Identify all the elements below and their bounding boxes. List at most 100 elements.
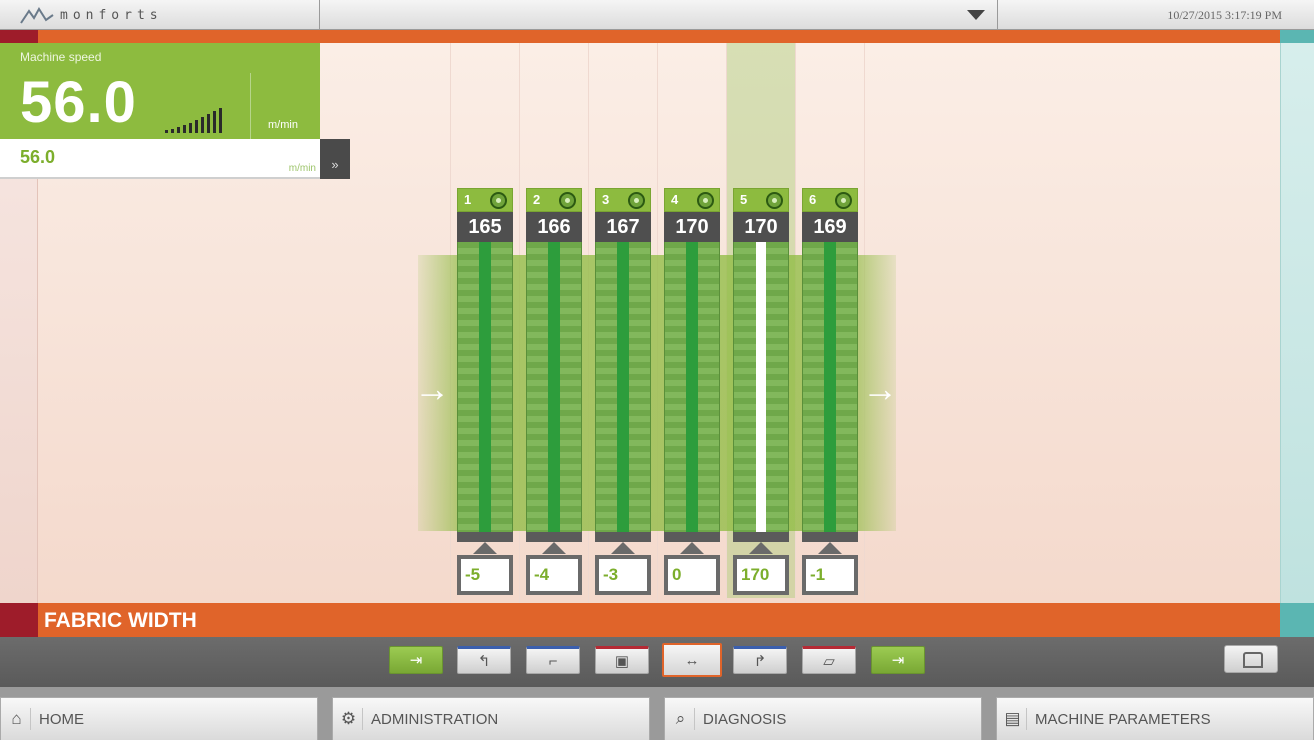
nav-icon: ⌂	[9, 708, 31, 730]
nav-label: DIAGNOSIS	[703, 710, 787, 728]
process-step-button[interactable]: ⌐	[526, 646, 580, 674]
zone-number: 5	[740, 192, 748, 207]
zone-status-icon	[766, 192, 783, 209]
screen-toggle-button[interactable]	[1224, 645, 1278, 673]
zone-offset-input[interactable]: -4	[526, 555, 582, 595]
nav-item-machine-parameters[interactable]: ▤ MACHINE PARAMETERS	[996, 697, 1314, 740]
speed-setpoint-unit: m/min	[288, 163, 316, 174]
nav-icon: ▤	[1004, 708, 1027, 730]
top-bar: monforts 10/27/2015 3:17:19 PM	[0, 0, 1314, 30]
speed-apply-button[interactable]: »	[320, 139, 350, 179]
zone-number: 6	[809, 192, 817, 207]
zone-offset-input[interactable]: -3	[595, 555, 651, 595]
zone-number: 4	[671, 192, 679, 207]
machine-speed-panel: Machine speed 56.0 m/min	[0, 43, 320, 139]
zone-header: 3	[595, 188, 651, 212]
main-area: 1 165 -5 2 166 -4 3 167 -3 4 170 0 5 170 170 6 169 -1 → →…	[0, 43, 1314, 603]
zone-offset-value: -4	[530, 559, 578, 591]
zone-offset-value: -5	[461, 559, 509, 591]
zone-header: 4	[664, 188, 720, 212]
zone-status-icon	[697, 192, 714, 209]
zone-pointer-icon	[749, 542, 773, 554]
heating-zone[interactable]: 6 169	[802, 188, 858, 554]
zone-status-icon	[559, 192, 576, 209]
process-step-button[interactable]: ↰	[457, 646, 511, 674]
zone-offset-input[interactable]: 0	[664, 555, 720, 595]
process-step-button[interactable]: ⇥	[389, 646, 443, 674]
zone-number: 2	[533, 192, 541, 207]
process-step-button[interactable]: ▣	[595, 646, 649, 674]
nav-item-diagnosis[interactable]: ⌕ DIAGNOSIS	[664, 697, 982, 740]
zone-pointer-icon	[542, 542, 566, 554]
section-title: FABRIC WIDTH	[44, 609, 197, 632]
section-bar: FABRIC WIDTH	[0, 603, 1314, 637]
process-step-icon: ▣	[614, 653, 630, 670]
zone-width-rod	[548, 242, 560, 532]
zone-header: 5	[733, 188, 789, 212]
top-accent-strip	[0, 30, 1314, 43]
zone-number: 3	[602, 192, 610, 207]
zone-width-rod	[756, 242, 766, 532]
zone-temperature: 167	[595, 212, 651, 242]
heating-zone[interactable]: 3 167	[595, 188, 651, 554]
brand-logo: monforts	[0, 0, 320, 30]
zone-header: 1	[457, 188, 513, 212]
fabric-inlet-arrow-icon: →	[414, 368, 450, 409]
datetime-display: 10/27/2015 3:17:19 PM	[1167, 8, 1282, 22]
heating-zone[interactable]: 2 166	[526, 188, 582, 554]
nav-item-home[interactable]: ⌂ HOME	[0, 697, 318, 740]
process-step-icon: ▱	[823, 653, 835, 670]
bottom-nav: ⌂ HOME ⚙ ADMINISTRATION ⌕ DIAGNOSIS ▤ MACHINE P…	[0, 687, 1314, 740]
heating-zone[interactable]: 4 170	[664, 188, 720, 554]
zone-offset-input[interactable]: -5	[457, 555, 513, 595]
process-step-icon: ⌐	[548, 652, 558, 670]
heating-zone[interactable]: 5 170	[733, 188, 789, 554]
speed-setpoint-input[interactable]: 56.0 m/min	[0, 139, 320, 179]
process-step-icon: ⇥	[891, 652, 905, 669]
zone-status-icon	[490, 192, 507, 209]
zone-status-icon	[835, 192, 852, 209]
zone-offset-value: 170	[737, 559, 785, 591]
nav-label: MACHINE PARAMETERS	[1035, 710, 1211, 728]
zone-offset-input[interactable]: -1	[802, 555, 858, 595]
nav-label: ADMINISTRATION	[371, 710, 499, 728]
zone-status-icon	[628, 192, 645, 209]
nav-item-administration[interactable]: ⚙ ADMINISTRATION	[332, 697, 650, 740]
zone-offset-value: 0	[668, 559, 716, 591]
zone-header: 2	[526, 188, 582, 212]
process-step-button[interactable]: ▱	[802, 646, 856, 674]
zone-width-rod	[617, 242, 629, 532]
zone-offset-value: -1	[806, 559, 854, 591]
process-step-button[interactable]: ↔	[662, 643, 722, 677]
zone-offset-input[interactable]: 170	[733, 555, 789, 595]
heating-zone[interactable]: 1 165	[457, 188, 513, 554]
process-toolbar: ⇥ ↰ ⌐ ▣ ↔ ↱ ▱ ⇥	[0, 637, 1314, 687]
zone-pointer-icon	[473, 542, 497, 554]
zone-temperature: 170	[664, 212, 720, 242]
zone-temperature: 166	[526, 212, 582, 242]
zone-header: 6	[802, 188, 858, 212]
chevron-down-icon[interactable]	[967, 10, 985, 20]
process-step-button[interactable]: ↱	[733, 646, 787, 674]
process-step-icon: ⇥	[409, 652, 423, 669]
fabric-outlet-arrow-icon: →	[862, 368, 898, 409]
machine-speed-unit: m/min	[268, 119, 298, 131]
zone-temperature: 169	[802, 212, 858, 242]
speed-level-icon	[165, 103, 245, 133]
zone-width-rod	[824, 242, 836, 532]
nav-label: HOME	[39, 710, 84, 728]
zone-temperature: 170	[733, 212, 789, 242]
nav-icon: ⚙	[341, 708, 363, 730]
process-step-icon: ↰	[477, 653, 491, 670]
right-edge-panel	[1280, 43, 1314, 603]
process-step-button[interactable]: ⇥	[871, 646, 925, 674]
zone-pointer-icon	[611, 542, 635, 554]
process-step-icon: ↔	[684, 651, 700, 669]
process-step-icon: ↱	[753, 653, 767, 670]
zone-offset-value: -3	[599, 559, 647, 591]
zone-width-rod	[686, 242, 698, 532]
nav-icon: ⌕	[673, 708, 695, 730]
zone-pointer-icon	[680, 542, 704, 554]
machine-selector-dropdown[interactable]	[320, 0, 998, 30]
zone-temperature: 165	[457, 212, 513, 242]
